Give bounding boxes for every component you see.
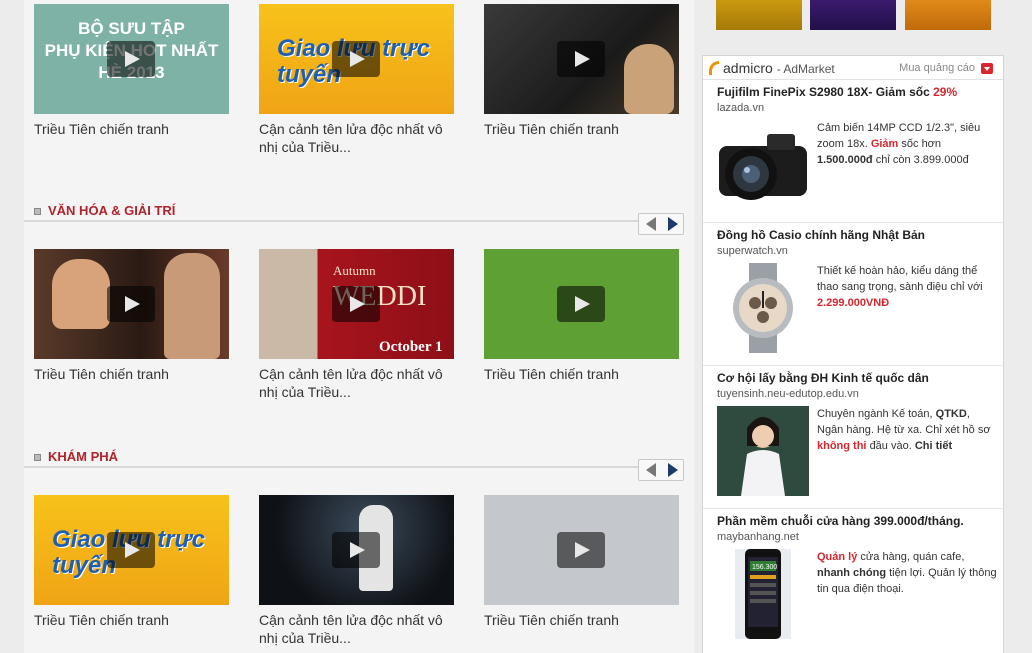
- video-card[interactable]: Triều Tiên chiến tranh: [484, 4, 679, 138]
- watch-image[interactable]: [717, 263, 809, 353]
- ad-item[interactable]: Cơ hội lấy bằng ĐH Kinh tế quốc dân tuye…: [703, 366, 1003, 509]
- video-title-link[interactable]: Triều Tiên chiến tranh: [34, 611, 229, 629]
- arrow-right-icon[interactable]: [663, 463, 681, 477]
- video-card[interactable]: Autumn WEDDI October 1 Cận cảnh tên lửa …: [259, 249, 454, 401]
- thumbnail-person: [164, 253, 220, 359]
- video-card[interactable]: BỘ SƯU TẬP PHỤ KIỆN HOT NHẤT HÈ 2013 Tri…: [34, 4, 229, 138]
- thumbnail-person: [52, 259, 110, 329]
- video-thumbnail[interactable]: [259, 495, 454, 605]
- video-thumbnail[interactable]: [484, 249, 679, 359]
- video-title-link[interactable]: Cận cảnh tên lửa độc nhất vô nhị của Tri…: [259, 611, 454, 647]
- section-bullet-icon: [34, 454, 41, 461]
- video-thumbnail[interactable]: [34, 249, 229, 359]
- video-title-link[interactable]: Triều Tiên chiến tranh: [484, 611, 679, 629]
- buy-ad-link[interactable]: Mua quảng cáo: [899, 62, 975, 74]
- section-header-explore: KHÁM PHÁ: [24, 446, 684, 470]
- admicro-ad-box: admicro - AdMarket Mua quảng cáo Fujifil…: [702, 55, 1004, 653]
- video-card[interactable]: Giao lưu trực tuyến Triều Tiên chiến tra…: [34, 495, 229, 629]
- phone-screen-text: 156.300: [752, 564, 777, 571]
- ad-header: admicro - AdMarket Mua quảng cáo: [703, 56, 1003, 80]
- sidebar-thumb[interactable]: [810, 0, 896, 30]
- ad-title[interactable]: Phần mềm chuỗi cửa hàng 399.000đ/tháng.: [717, 514, 964, 528]
- video-title-link[interactable]: Cận cảnh tên lửa độc nhất vô nhị của Tri…: [259, 365, 454, 401]
- phone-image[interactable]: 156.300: [717, 549, 809, 639]
- section-title[interactable]: KHÁM PHÁ: [48, 449, 118, 464]
- video-card[interactable]: Triều Tiên chiến tranh: [34, 249, 229, 383]
- video-title-link[interactable]: Triều Tiên chiến tranh: [34, 365, 229, 383]
- chevron-down-icon[interactable]: [981, 63, 993, 74]
- admicro-brand: admicro: [723, 60, 773, 76]
- play-icon[interactable]: [107, 532, 155, 568]
- ad-description: Thiết kế hoàn hảo, kiểu dáng thể thao sa…: [817, 265, 983, 309]
- play-icon[interactable]: [332, 286, 380, 322]
- video-title-link[interactable]: Triều Tiên chiến tranh: [484, 365, 679, 383]
- video-thumbnail[interactable]: [484, 4, 679, 114]
- arrow-left-icon[interactable]: [643, 217, 661, 231]
- video-card[interactable]: Giao lưu trực tuyến Cận cảnh tên lửa độc…: [259, 4, 454, 156]
- play-icon[interactable]: [557, 41, 605, 77]
- ad-description: Quản lý cửa hàng, quán cafe, nhanh chóng…: [817, 551, 997, 595]
- video-thumbnail[interactable]: [484, 495, 679, 605]
- ad-title[interactable]: Đồng hồ Casio chính hãng Nhật Bản: [717, 228, 925, 242]
- play-icon[interactable]: [107, 286, 155, 322]
- thumbnail-caption: October 1: [379, 339, 443, 355]
- ad-item[interactable]: Fujifilm FinePix S2980 18X- Giảm sốc 29%…: [703, 80, 1003, 223]
- section-bullet-icon: [34, 208, 41, 215]
- thumbnail-person: [624, 44, 674, 114]
- ad-item[interactable]: Phần mềm chuỗi cửa hàng 399.000đ/tháng. …: [703, 509, 1003, 653]
- video-thumbnail[interactable]: Autumn WEDDI October 1: [259, 249, 454, 359]
- ad-domain: maybanhang.net: [717, 531, 799, 543]
- section-header-culture: VĂN HÓA & GIẢI TRÍ: [24, 200, 684, 224]
- play-icon[interactable]: [557, 532, 605, 568]
- ad-title[interactable]: Cơ hội lấy bằng ĐH Kinh tế quốc dân: [717, 371, 929, 385]
- play-icon[interactable]: [557, 286, 605, 322]
- section-title[interactable]: VĂN HÓA & GIẢI TRÍ: [48, 203, 175, 218]
- ad-title[interactable]: Fujifilm FinePix S2980 18X- Giảm sốc 29%: [717, 85, 957, 99]
- ad-domain: tuyensinh.neu-edutop.edu.vn: [717, 388, 859, 400]
- admicro-logo[interactable]: admicro - AdMarket: [709, 60, 835, 76]
- admarket-label: - AdMarket: [776, 62, 835, 76]
- thumbnail-caption: Autumn: [333, 263, 376, 278]
- arrow-right-icon[interactable]: [663, 217, 681, 231]
- ad-domain: lazada.vn: [717, 102, 765, 114]
- video-title-link[interactable]: Cận cảnh tên lửa độc nhất vô nhị của Tri…: [259, 120, 454, 156]
- ad-domain: superwatch.vn: [717, 245, 788, 257]
- sidebar-thumb[interactable]: [716, 0, 802, 30]
- admicro-logo-icon: [709, 61, 719, 75]
- video-title-link[interactable]: Triều Tiên chiến tranh: [484, 120, 679, 138]
- play-icon[interactable]: [332, 532, 380, 568]
- video-main-column: BỘ SƯU TẬP PHỤ KIỆN HOT NHẤT HÈ 2013 Tri…: [24, 0, 694, 653]
- play-icon[interactable]: [107, 41, 155, 77]
- section-divider: [24, 466, 684, 468]
- video-card[interactable]: Cận cảnh tên lửa độc nhất vô nhị của Tri…: [259, 495, 454, 647]
- video-title-link[interactable]: Triều Tiên chiến tranh: [34, 120, 229, 138]
- video-thumbnail[interactable]: Giao lưu trực tuyến: [34, 495, 229, 605]
- video-card[interactable]: Triều Tiên chiến tranh: [484, 249, 679, 383]
- video-thumbnail[interactable]: Giao lưu trực tuyến: [259, 4, 454, 114]
- student-image[interactable]: [717, 406, 809, 496]
- sidebar-thumb[interactable]: [905, 0, 991, 30]
- carousel-nav-explore: [638, 459, 684, 481]
- ad-description: Chuyên ngành Kế toán, QTKD, Ngân hàng. H…: [817, 408, 991, 452]
- section-divider: [24, 220, 684, 222]
- ad-description: Cảm biến 14MP CCD 1/2.3", siêu zoom 18x.…: [817, 122, 981, 166]
- sidebar-column: admicro - AdMarket Mua quảng cáo Fujifil…: [702, 0, 1008, 653]
- video-card[interactable]: Triều Tiên chiến tranh: [484, 495, 679, 629]
- arrow-left-icon[interactable]: [643, 463, 661, 477]
- ad-item[interactable]: Đồng hồ Casio chính hãng Nhật Bản superw…: [703, 223, 1003, 366]
- play-icon[interactable]: [332, 41, 380, 77]
- video-thumbnail[interactable]: BỘ SƯU TẬP PHỤ KIỆN HOT NHẤT HÈ 2013: [34, 4, 229, 114]
- carousel-nav-culture: [638, 213, 684, 235]
- camera-image[interactable]: [717, 120, 809, 210]
